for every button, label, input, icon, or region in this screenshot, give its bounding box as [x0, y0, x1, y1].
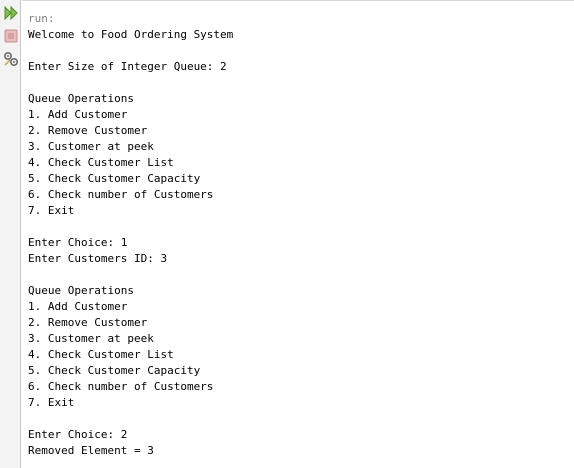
console-line: Queue Operations: [28, 284, 134, 297]
console-output: run: Welcome to Food Ordering System Enter…: [28, 11, 233, 459]
console-line: 2. Remove Customer: [28, 124, 148, 137]
settings-button[interactable]: [2, 50, 19, 67]
console-line: 3. Customer at peek: [28, 332, 154, 345]
console-line: Enter Customers ID: 3: [28, 252, 168, 265]
console-line: 4. Check Customer List: [28, 348, 174, 361]
console-line: 7. Exit: [28, 204, 75, 217]
console-line: Enter Choice: 1: [28, 236, 128, 249]
output-toolbar: [0, 0, 21, 468]
output-window: run: Welcome to Food Ordering System Enter…: [0, 0, 574, 468]
console-line: 1. Add Customer: [28, 300, 128, 313]
console-line: Removed Element = 3: [28, 444, 154, 457]
rerun-icon: [4, 5, 18, 20]
console-header: run:: [28, 12, 55, 25]
stop-icon: [4, 29, 17, 42]
console-line: Queue Operations: [28, 92, 134, 105]
console-line: Enter Choice: 2: [28, 428, 128, 441]
console-line: 3. Customer at peek: [28, 140, 154, 153]
console-line: 5. Check Customer Capacity: [28, 364, 201, 377]
console-line: 2. Remove Customer: [28, 316, 148, 329]
rerun-button[interactable]: [2, 4, 19, 21]
stop-button[interactable]: [2, 27, 19, 44]
console-line: 5. Check Customer Capacity: [28, 172, 201, 185]
console-area[interactable]: run: Welcome to Food Ordering System Enter…: [22, 0, 574, 468]
console-line: 6. Check number of Customers: [28, 380, 214, 393]
console-line: 7. Exit: [28, 396, 75, 409]
console-line: 1. Add Customer: [28, 108, 128, 121]
console-line: 4. Check Customer List: [28, 156, 174, 169]
settings-icon: [3, 51, 18, 66]
console-line: Enter Size of Integer Queue: 2: [28, 60, 227, 73]
console-line: Welcome to Food Ordering System: [28, 28, 234, 41]
console-line: 6. Check number of Customers: [28, 188, 214, 201]
